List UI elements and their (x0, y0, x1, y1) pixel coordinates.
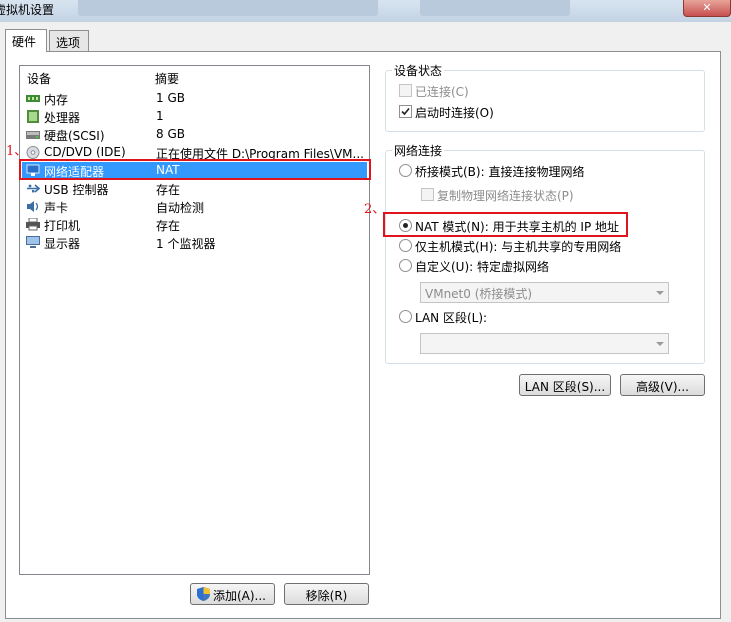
device-row-processor[interactable]: 处理器 1 (22, 108, 367, 125)
host-only-radio[interactable] (399, 239, 412, 252)
custom-radio[interactable] (399, 259, 412, 272)
device-name: 声卡 (44, 201, 69, 215)
chevron-down-icon (656, 291, 664, 295)
custom-label: 自定义(U): 特定虚拟网络 (415, 260, 550, 274)
checkmark-icon (401, 107, 410, 116)
display-icon (26, 236, 40, 248)
device-summary: 存在 (156, 183, 181, 197)
network-connection-title: 网络连接 (392, 142, 445, 159)
close-icon: ✕ (702, 1, 712, 14)
device-summary: 存在 (156, 219, 181, 233)
column-header-device[interactable]: 设备 (27, 70, 51, 87)
bridged-label: 桥接模式(B): 直接连接物理网络 (415, 165, 585, 179)
hard-disk-icon (26, 131, 40, 139)
close-button[interactable]: ✕ (683, 0, 731, 17)
tab-options[interactable]: 选项 (49, 30, 89, 51)
advanced-button[interactable]: 高级(V)... (620, 374, 705, 396)
device-row-hard-disk[interactable]: 硬盘(SCSI) 8 GB (22, 126, 367, 143)
title-bar-blur (420, 0, 570, 16)
title-bar-blur (78, 0, 378, 16)
connect-at-power-on-checkbox[interactable] (399, 105, 412, 118)
device-status-title: 设备状态 (392, 62, 445, 79)
connect-at-power-on-label: 启动时连接(O) (415, 106, 494, 120)
device-summary: 1 (156, 109, 164, 123)
device-name: 处理器 (44, 111, 81, 125)
device-summary: 8 GB (156, 127, 185, 141)
chevron-down-icon (656, 342, 664, 346)
device-name: 内存 (44, 93, 69, 107)
nat-radio[interactable] (399, 219, 412, 232)
host-only-label: 仅主机模式(H): 与主机共享的专用网络 (415, 240, 622, 254)
nat-label: NAT 模式(N): 用于共享主机的 IP 地址 (415, 220, 620, 234)
connected-checkbox[interactable] (399, 84, 412, 97)
network-connection-group: 网络连接 (385, 142, 705, 364)
remove-button[interactable]: 移除(R) (284, 583, 369, 605)
lan-segment-select[interactable] (420, 333, 669, 354)
connected-label: 已连接(C) (415, 85, 469, 99)
cd-dvd-icon (26, 146, 40, 159)
device-name: 硬盘(SCSI) (44, 129, 105, 143)
device-name: USB 控制器 (44, 183, 109, 197)
lan-segment-radio[interactable] (399, 310, 412, 323)
device-summary: 自动检测 (156, 201, 205, 215)
replicate-state-label: 复制物理网络连接状态(P) (437, 189, 574, 203)
device-summary: 1 GB (156, 91, 185, 105)
custom-network-value: VMnet0 (桥接模式) (425, 287, 533, 301)
bridged-radio[interactable] (399, 164, 412, 177)
device-row-display[interactable]: 显示器 1 个监视器 (22, 234, 367, 251)
tab-hardware[interactable]: 硬件 (5, 29, 47, 52)
device-row-sound-card[interactable]: 声卡 自动检测 (22, 198, 367, 215)
sound-card-icon (27, 201, 39, 212)
title-bar: 虚拟机设置 ✕ (0, 0, 731, 22)
device-name: 显示器 (44, 237, 81, 251)
memory-icon (26, 95, 40, 102)
lan-segments-button[interactable]: LAN 区段(S)... (519, 374, 611, 396)
usb-icon (27, 184, 40, 193)
window-title: 虚拟机设置 (0, 3, 55, 17)
annotation-step-1: 1、 (6, 144, 28, 159)
device-name: 打印机 (44, 219, 81, 233)
device-row-usb[interactable]: USB 控制器 存在 (22, 180, 367, 197)
highlight-network-adapter (19, 159, 371, 180)
column-header-summary[interactable]: 摘要 (155, 70, 179, 87)
device-summary: 1 个监视器 (156, 237, 216, 251)
add-button[interactable]: 添加(A)... (190, 583, 275, 605)
device-list[interactable]: 设备 摘要 内存 1 GB 处理器 1 硬盘(SCSI) 8 GB CD/DVD… (19, 65, 370, 575)
replicate-state-checkbox[interactable] (421, 188, 434, 201)
processor-icon (27, 110, 39, 123)
lan-segment-label: LAN 区段(L): (415, 311, 488, 325)
device-status-group: 设备状态 (385, 62, 705, 132)
custom-network-select[interactable]: VMnet0 (桥接模式) (420, 282, 669, 303)
printer-icon (26, 218, 40, 231)
device-name: CD/DVD (IDE) (44, 145, 126, 159)
shield-icon (197, 587, 210, 601)
device-row-printer[interactable]: 打印机 存在 (22, 216, 367, 233)
device-row-memory[interactable]: 内存 1 GB (22, 90, 367, 107)
